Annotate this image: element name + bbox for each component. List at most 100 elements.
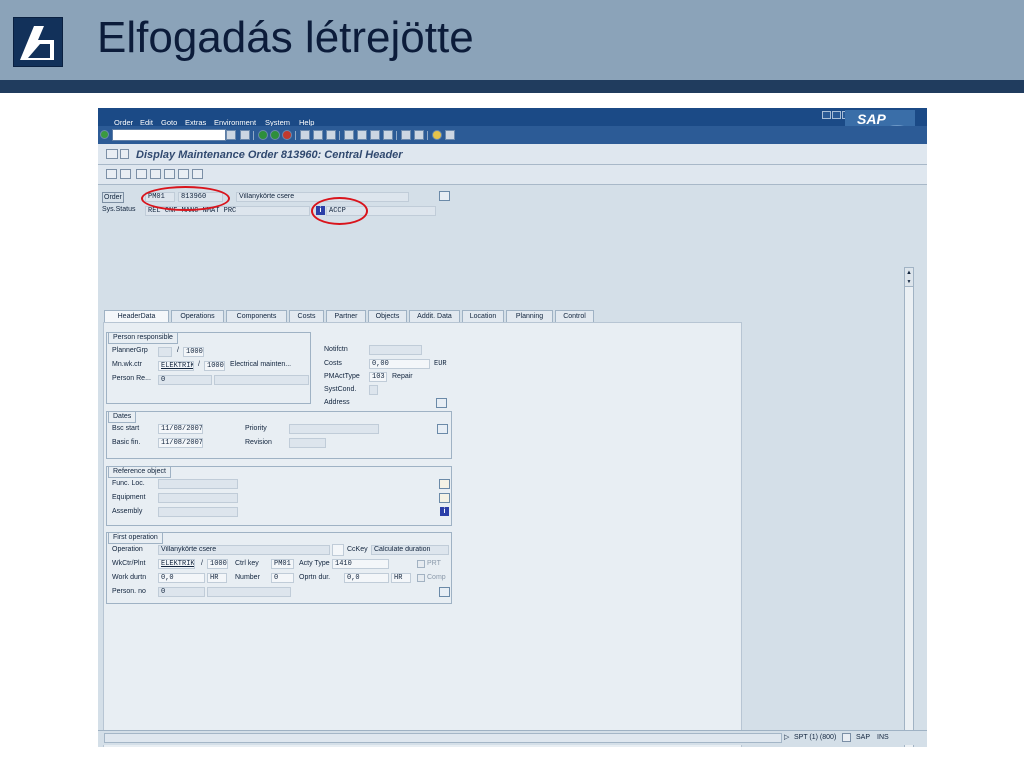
server-name: SAP (856, 734, 871, 741)
shortcut-icon[interactable] (414, 130, 424, 140)
maximize-icon[interactable] (832, 111, 841, 119)
pm-act-type-field[interactable]: 103 (369, 372, 387, 382)
person-responsible-group: Person responsible PlannerGrp / 1000 Mn.… (106, 332, 311, 404)
mn-wk-ctr-description: Electrical mainten... (230, 361, 292, 368)
prt-label: PRT (427, 560, 441, 567)
settings-icon[interactable] (106, 169, 117, 179)
scroll-up-page-icon[interactable]: ▼ (905, 278, 913, 287)
new-session-icon[interactable] (401, 130, 411, 140)
system-info: SPT (1) (800) (794, 734, 837, 741)
status-bar: ▷ SPT (1) (800) SAP INS (98, 730, 927, 745)
syst-cond-field[interactable] (369, 385, 378, 395)
oprtn-dur-label: Oprtn dur. (299, 574, 331, 581)
print-icon[interactable] (300, 130, 310, 140)
reference-info-icon[interactable]: i (440, 507, 449, 516)
save-icon[interactable] (240, 130, 250, 140)
tab-partner[interactable]: Partner (326, 310, 366, 322)
number-field[interactable]: 0 (271, 573, 294, 583)
status-message-field (104, 733, 782, 743)
notifctn-field[interactable] (369, 345, 422, 355)
help-icon[interactable] (432, 130, 442, 140)
cc-key-dropdown[interactable]: Calculate duration (371, 545, 449, 555)
tab-components[interactable]: Components (226, 310, 287, 322)
acty-type-field[interactable]: 1410 (332, 559, 389, 569)
tab-addit-data[interactable]: Addit. Data (409, 310, 460, 322)
revision-field[interactable] (289, 438, 326, 448)
basic-fin-field[interactable]: 11/08/2007 (158, 438, 203, 448)
equipment-field[interactable] (158, 493, 238, 503)
history-icon[interactable] (226, 130, 236, 140)
wk-ctr-plant-field[interactable]: 1000 (207, 559, 228, 569)
operations-icon[interactable] (150, 169, 161, 179)
planner-grp-field[interactable] (158, 347, 172, 357)
work-durtn-field[interactable]: 0,0 (158, 573, 205, 583)
minimize-icon[interactable] (822, 111, 831, 119)
person-resp-field[interactable]: 0 (158, 375, 212, 385)
bsc-start-field[interactable]: 11/08/2007 (158, 424, 203, 434)
menu-small-icon[interactable] (120, 149, 129, 159)
oprtn-dur-field[interactable]: 0,0 (344, 573, 389, 583)
person-name-field (207, 587, 291, 597)
pm-act-type-label: PMActType (324, 373, 360, 380)
exit-icon[interactable] (270, 130, 280, 140)
assembly-field[interactable] (158, 507, 238, 517)
dates-long-text-icon[interactable] (437, 424, 448, 434)
mn-wk-ctr-field[interactable]: ELEKTRIK (158, 361, 194, 371)
previous-page-icon[interactable] (357, 130, 367, 140)
oprtn-unit-field[interactable]: HR (391, 573, 411, 583)
find-next-icon[interactable] (326, 130, 336, 140)
display-change-icon[interactable] (106, 149, 118, 159)
status-expand-icon[interactable]: ▷ (784, 733, 789, 743)
sap-screenshot: Order Edit Goto Extras Environment Syste… (98, 108, 927, 747)
tab-costs[interactable]: Costs (289, 310, 324, 322)
prt-checkbox[interactable] (417, 560, 425, 568)
object-list-icon[interactable] (439, 493, 450, 503)
enter-icon[interactable] (100, 130, 109, 139)
tab-operations[interactable]: Operations (171, 310, 224, 322)
mn-wk-ctr-plant-field[interactable]: 1000 (204, 361, 225, 371)
layout-menu-icon[interactable] (445, 130, 455, 140)
first-page-icon[interactable] (344, 130, 354, 140)
tab-control[interactable]: Control (555, 310, 594, 322)
person-no-field[interactable]: 0 (158, 587, 205, 597)
back-icon[interactable] (258, 130, 268, 140)
vertical-scrollbar[interactable]: ▲ ▼ ▲ ▼ (904, 267, 914, 747)
status-dropdown-icon[interactable] (842, 733, 851, 742)
sap-menu-bar: Order Edit Goto Extras Environment Syste… (98, 108, 927, 127)
priority-dropdown[interactable] (289, 424, 379, 434)
address-edit-icon[interactable] (436, 398, 447, 408)
next-page-icon[interactable] (370, 130, 380, 140)
status-highlight-circle (311, 197, 368, 225)
bsc-start-label: Bsc start (112, 425, 140, 432)
last-page-icon[interactable] (383, 130, 393, 140)
priority-label: Priority (245, 425, 267, 432)
costs-label: Costs (324, 360, 342, 367)
cancel-icon[interactable] (282, 130, 292, 140)
work-unit-field[interactable]: HR (207, 573, 227, 583)
tab-headerdata[interactable]: HeaderData (104, 310, 169, 322)
filter-icon[interactable] (120, 169, 131, 179)
document-icon[interactable] (192, 169, 203, 179)
notifctn-label: Notifctn (324, 346, 348, 353)
tab-planning[interactable]: Planning (506, 310, 553, 322)
structure-icon[interactable] (439, 479, 450, 489)
wk-ctr-field[interactable]: ELEKTRIK (158, 559, 195, 569)
operation-field[interactable]: Villanykörte csere (158, 545, 330, 555)
find-icon[interactable] (313, 130, 323, 140)
screen-title: Display Maintenance Order 813960: Centra… (136, 149, 403, 161)
material-icon[interactable] (136, 169, 147, 179)
operation-text-button[interactable] (332, 544, 344, 556)
tab-objects[interactable]: Objects (368, 310, 407, 322)
planner-plant-field[interactable]: 1000 (183, 347, 204, 357)
company-logo-icon (13, 17, 63, 67)
notes-icon[interactable] (164, 169, 175, 179)
tab-location[interactable]: Location (462, 310, 504, 322)
comp-checkbox[interactable] (417, 574, 425, 582)
command-field[interactable] (112, 129, 226, 141)
revision-label: Revision (245, 439, 272, 446)
func-loc-field[interactable] (158, 479, 238, 489)
ctrl-key-field[interactable]: PM01 (271, 559, 294, 569)
operation-detail-icon[interactable] (439, 587, 450, 597)
edit-pencil-icon[interactable] (178, 169, 189, 179)
long-text-icon[interactable] (439, 191, 450, 201)
